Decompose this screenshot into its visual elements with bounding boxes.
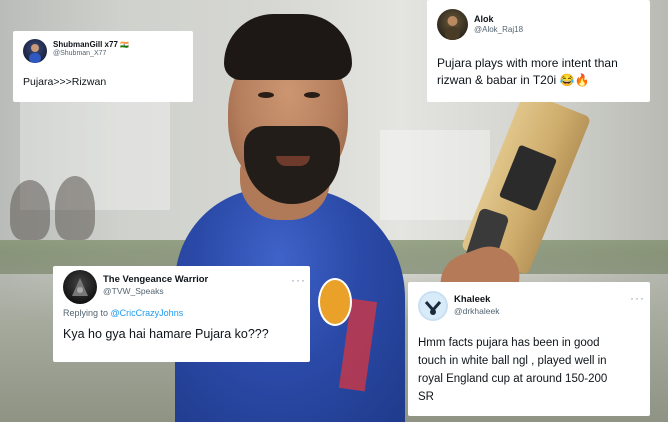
player-eye [304, 92, 320, 98]
display-name[interactable]: The Vengeance Warrior [103, 274, 208, 285]
india-flag-icon: 🇮🇳 [120, 42, 129, 49]
user-avatar[interactable] [418, 291, 448, 321]
tweet-text: Kya ho gya hai hamare Pujara ko??? [63, 327, 269, 341]
tweet-text-line: Pujara plays with more intent than [437, 56, 618, 70]
reply-to-link[interactable]: @CricCrazyJohns [111, 308, 184, 318]
tweet-text-line: SR [418, 391, 434, 403]
player-eye [258, 92, 274, 98]
tweet-text-line: Hmm facts pujara has been in good [418, 337, 600, 349]
tweet-text-line: touch in white ball ngl , played well in [418, 355, 607, 367]
building-window [380, 130, 490, 220]
avatar-warrior-icon [72, 278, 88, 296]
avatar-person-icon [445, 16, 460, 40]
user-avatar[interactable] [63, 270, 97, 304]
display-name[interactable]: Khaleek [454, 294, 490, 305]
avatar-person-icon [29, 44, 41, 63]
display-name-text: ShubmanGill x77 [53, 40, 118, 49]
user-handle[interactable]: @Alok_Raj18 [474, 25, 523, 34]
tweet-card-khaleek[interactable]: Khaleek @drkhaleek ··· Hmm facts pujara … [408, 282, 650, 416]
tweet-card-alok[interactable]: Alok @Alok_Raj18 Pujara plays with more … [427, 0, 650, 102]
sponsor-logo [318, 278, 352, 326]
reply-context: Replying to @CricCrazyJohns [63, 308, 183, 318]
tweet-text: Pujara>>>Rizwan [23, 76, 107, 88]
player-hair [224, 14, 352, 80]
tweet-text-line: royal England cup at around 150-200 [418, 373, 608, 385]
display-name[interactable]: ShubmanGill x77 🇮🇳 [53, 40, 129, 49]
spectator [55, 176, 95, 240]
more-options-icon[interactable]: ··· [630, 291, 645, 305]
user-handle[interactable]: @drkhaleek [454, 306, 499, 316]
user-avatar[interactable] [437, 9, 468, 40]
display-name[interactable]: Alok [474, 14, 494, 24]
tweet-card-vengeance-warrior[interactable]: The Vengeance Warrior @TVW_Speaks ··· Re… [53, 266, 310, 362]
reply-prefix: Replying to [63, 308, 109, 318]
user-handle[interactable]: @TVW_Speaks [103, 286, 164, 296]
avatar-cartoon-icon [420, 293, 446, 319]
more-options-icon[interactable]: ··· [291, 273, 306, 287]
user-handle[interactable]: @Shubman_X77 [53, 50, 106, 57]
spectator [10, 180, 50, 240]
user-avatar[interactable] [23, 39, 47, 63]
tweet-text-line: rizwan & babar in T20i 😂🔥 [437, 73, 590, 87]
player-smile [276, 156, 310, 166]
tweet-card-shubman[interactable]: ShubmanGill x77 🇮🇳 @Shubman_X77 Pujara>>… [13, 31, 193, 102]
